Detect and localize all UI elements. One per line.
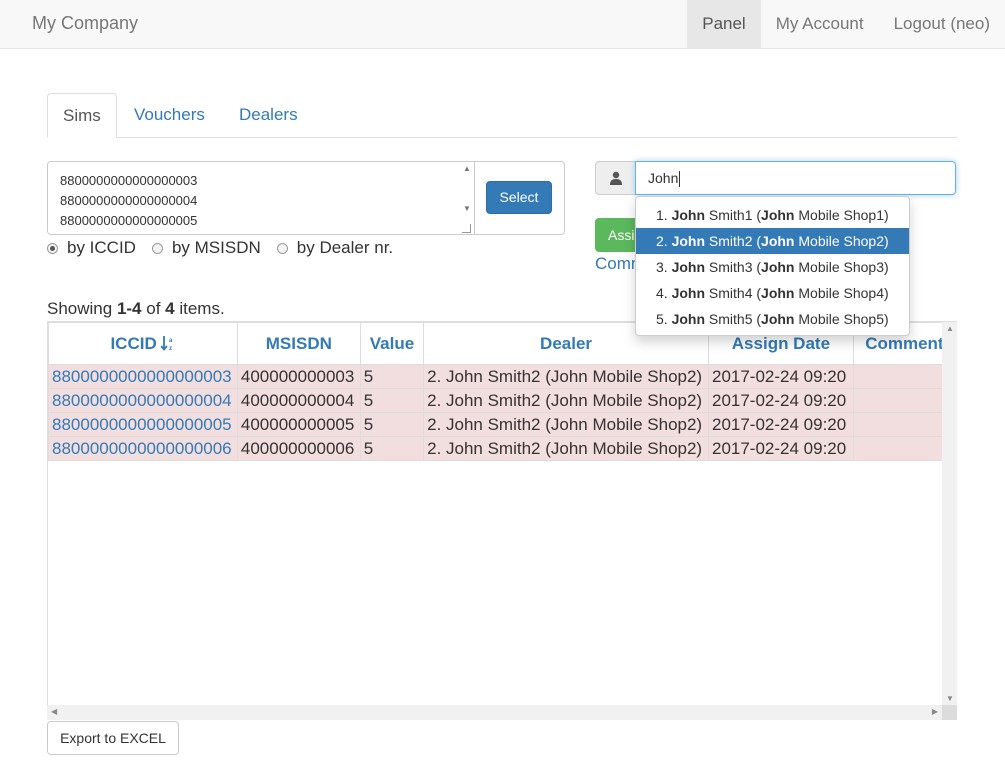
column-header-msisdn[interactable]: MSISDN	[236, 322, 361, 365]
table-row: 8800000000000000004 400000000004 5 2. Jo…	[48, 388, 956, 413]
brand[interactable]: My Company	[32, 13, 138, 34]
sort-asc-icon: a z	[160, 335, 173, 352]
nav-item-logout[interactable]: Logout (neo)	[879, 0, 1005, 48]
table-row: 8800000000000000006 400000000006 5 2. Jo…	[48, 436, 956, 461]
dealer-cell: 2. John Smith2 (John Mobile Shop2)	[423, 412, 709, 437]
svg-text:a: a	[169, 338, 173, 344]
radio-label: by MSISDN	[171, 238, 261, 257]
column-header-iccid[interactable]: ICCID a z	[48, 322, 238, 365]
dealer-suggestions-dropdown: 1. John Smith1 (John Mobile Shop1) 2. Jo…	[635, 196, 910, 336]
suggestion-item[interactable]: 1. John Smith1 (John Mobile Shop1)	[636, 202, 909, 228]
sim-line: 8800000000000000006	[60, 231, 462, 234]
search-mode-radios: by ICCID by MSISDN by Dealer nr.	[47, 238, 409, 258]
msisdn-cell: 400000000006	[236, 436, 361, 461]
radio-by-dealer[interactable]: by Dealer nr.	[276, 238, 394, 258]
select-button[interactable]: Select	[486, 181, 552, 214]
dealer-search-value: John	[648, 170, 679, 186]
tab-dealers[interactable]: Dealers	[224, 93, 313, 137]
scroll-up-icon[interactable]: ▲	[946, 324, 954, 333]
iccid-link[interactable]: 8800000000000000005	[48, 412, 238, 437]
radio-unchecked-icon[interactable]	[276, 242, 288, 254]
scroll-down-icon[interactable]: ▼	[946, 694, 954, 703]
tab-bar: Sims Vouchers Dealers	[47, 93, 957, 138]
resize-handle-icon[interactable]	[462, 224, 471, 233]
value-cell: 5	[359, 388, 425, 413]
scroll-right-icon[interactable]: ▶	[932, 707, 938, 716]
assign-date-cell: 2017-02-24 09:20	[707, 436, 854, 461]
value-cell: 5	[359, 412, 425, 437]
grid-vertical-scrollbar[interactable]: ▲ ▼	[942, 322, 957, 705]
scroll-up-icon[interactable]: ▲	[463, 164, 471, 173]
textarea-scrollbar[interactable]: ▲ ▼	[460, 164, 474, 232]
sims-grid: ICCID a z MSISDN Value Dealer Assign Dat…	[47, 321, 957, 720]
nav-item-panel[interactable]: Panel	[687, 0, 761, 48]
suggestion-item[interactable]: 3. John Smith3 (John Mobile Shop3)	[636, 254, 909, 280]
value-cell: 5	[359, 364, 425, 389]
comment-cell	[852, 436, 956, 461]
suggestion-item[interactable]: 5. John Smith5 (John Mobile Shop5)	[636, 306, 909, 332]
assign-date-cell: 2017-02-24 09:20	[707, 388, 854, 413]
suggestion-item[interactable]: 4. John Smith4 (John Mobile Shop4)	[636, 280, 909, 306]
grid-horizontal-scrollbar[interactable]: ◀ ▶	[47, 705, 942, 720]
sim-textarea[interactable]: 8800000000000000003 8800000000000000004 …	[48, 162, 475, 234]
column-header-value[interactable]: Value	[359, 322, 425, 365]
radio-checked-icon[interactable]	[47, 242, 58, 254]
iccid-link[interactable]: 8800000000000000006	[48, 436, 238, 461]
radio-unchecked-icon[interactable]	[151, 242, 163, 254]
value-cell: 5	[359, 436, 425, 461]
radio-by-msisdn[interactable]: by MSISDN	[151, 238, 261, 258]
assign-date-cell: 2017-02-24 09:20	[707, 364, 854, 389]
table-row: 8800000000000000005 400000000005 5 2. Jo…	[48, 412, 956, 437]
iccid-link[interactable]: 8800000000000000003	[48, 364, 238, 389]
comment-cell	[852, 412, 956, 437]
msisdn-cell: 400000000004	[236, 388, 361, 413]
comment-cell	[852, 364, 956, 389]
radio-by-iccid[interactable]: by ICCID	[47, 238, 136, 258]
user-icon	[609, 171, 622, 185]
radio-label: by ICCID	[67, 238, 136, 257]
sim-line: 8800000000000000005	[60, 213, 198, 228]
msisdn-cell: 400000000003	[236, 364, 361, 389]
sim-line: 8800000000000000004	[60, 193, 198, 208]
nav-menu: Panel My Account Logout (neo)	[687, 0, 1005, 48]
nav-item-my-account[interactable]: My Account	[761, 0, 879, 48]
scroll-left-icon[interactable]: ◀	[51, 707, 57, 716]
grid-summary: Showing 1-4 of 4 items.	[47, 299, 225, 318]
iccid-link[interactable]: 8800000000000000004	[48, 388, 238, 413]
dealer-cell: 2. John Smith2 (John Mobile Shop2)	[423, 436, 709, 461]
scroll-down-icon[interactable]: ▼	[463, 204, 471, 213]
suggestion-item-active[interactable]: 2. John Smith2 (John Mobile Shop2)	[636, 228, 909, 254]
scrollbar-corner	[942, 705, 957, 720]
navbar: My Company Panel My Account Logout (neo)	[0, 0, 1005, 49]
svg-text:z: z	[169, 346, 172, 351]
sims-table: ICCID a z MSISDN Value Dealer Assign Dat…	[48, 322, 956, 461]
msisdn-cell: 400000000005	[236, 412, 361, 437]
user-addon	[595, 161, 636, 195]
tab-vouchers[interactable]: Vouchers	[119, 93, 220, 137]
tab-sims[interactable]: Sims	[47, 93, 117, 138]
text-caret	[679, 171, 681, 188]
export-excel-button[interactable]: Export to EXCEL	[47, 721, 179, 755]
comment-cell	[852, 388, 956, 413]
sim-line: 8800000000000000003	[60, 173, 198, 188]
dealer-cell: 2. John Smith2 (John Mobile Shop2)	[423, 364, 709, 389]
assign-date-cell: 2017-02-24 09:20	[707, 412, 854, 437]
dealer-cell: 2. John Smith2 (John Mobile Shop2)	[423, 388, 709, 413]
table-row: 8800000000000000003 400000000003 5 2. Jo…	[48, 364, 956, 389]
dealer-search-input[interactable]: John	[635, 161, 956, 195]
radio-label: by Dealer nr.	[296, 238, 394, 257]
